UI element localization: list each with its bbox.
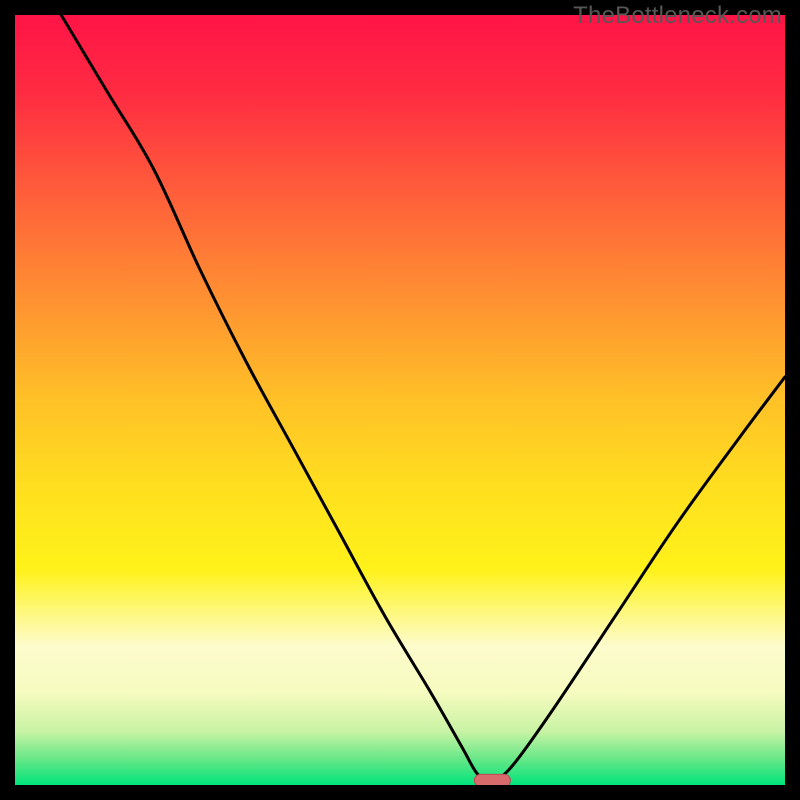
chart-frame: TheBottleneck.com	[0, 0, 800, 800]
bottleneck-chart	[15, 15, 785, 785]
watermark-text: TheBottleneck.com	[573, 2, 782, 30]
optimal-point-marker	[474, 774, 510, 785]
